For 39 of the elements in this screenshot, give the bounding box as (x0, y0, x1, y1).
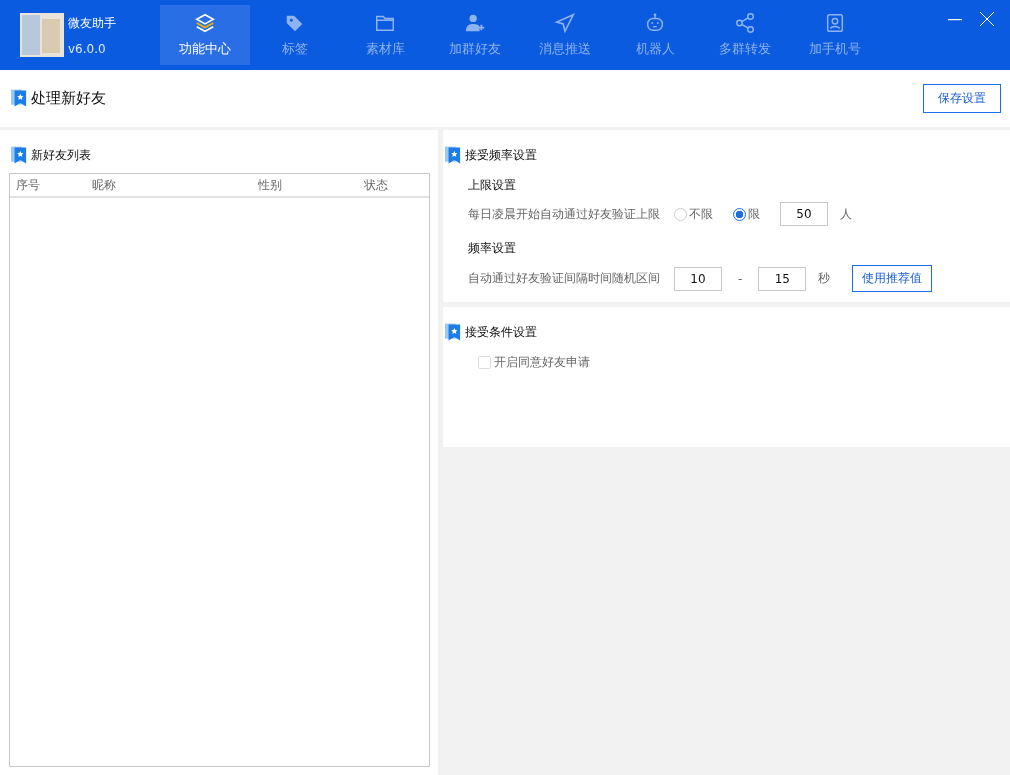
robot-icon (644, 12, 666, 34)
column-header: 状态 (363, 176, 388, 194)
column-header: 序号 (15, 176, 41, 194)
panel-title: 接受条件设置 (465, 324, 537, 341)
column-header: 昵称 (91, 176, 117, 194)
minimize-icon[interactable] (948, 19, 962, 21)
column-header: 性别 (257, 176, 283, 194)
checkbox-option[interactable]: 开启同意好友申请 (443, 350, 1010, 371)
nav-tab[interactable]: 功能中心 (160, 5, 250, 65)
app-logo-icon (20, 13, 64, 57)
user-plus-icon (464, 12, 486, 34)
app-version: v6.0.0 (68, 41, 107, 56)
range-separator: - (738, 271, 743, 286)
close-icon[interactable] (980, 12, 994, 26)
panel-title: 新好友列表 (31, 147, 91, 164)
field-label: 每日凌晨开始自动通过好友验证上限 (468, 205, 660, 223)
contact-book-icon (824, 12, 846, 34)
share-icon (734, 12, 756, 34)
save-button[interactable]: 保存设置 (923, 84, 1001, 113)
panel-title: 接受频率设置 (465, 147, 537, 164)
section-heading: 上限设置 (468, 177, 517, 194)
min-interval-input[interactable]: 10 (674, 266, 722, 291)
field-label: 自动通过好友验证间隔时间随机区间 (468, 270, 660, 287)
checkbox[interactable] (478, 356, 491, 369)
page-title: 处理新好友 (31, 89, 106, 108)
layers-icon (194, 12, 216, 34)
recommended-button[interactable]: 使用推荐值 (852, 265, 933, 292)
app-name: 微友助手 (68, 14, 116, 32)
paper-plane-icon (554, 12, 576, 34)
bookmark-star-icon (11, 89, 27, 108)
radio-icon[interactable] (733, 207, 746, 221)
limit-input[interactable]: 50 (780, 202, 828, 226)
unit-label: 人 (840, 205, 852, 223)
radio-option[interactable]: 不限 (674, 205, 713, 223)
unit-label: 秒 (818, 270, 831, 287)
bookmark-star-icon (11, 146, 27, 165)
max-interval-input[interactable]: 15 (758, 266, 807, 291)
section-heading: 频率设置 (468, 240, 517, 257)
radio-option[interactable]: 限 (733, 205, 760, 223)
